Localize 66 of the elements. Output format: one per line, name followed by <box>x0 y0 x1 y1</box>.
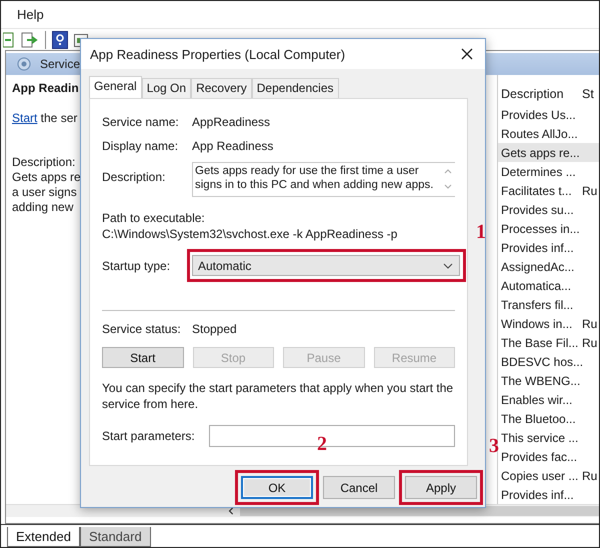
dialog-button[interactable]: OK <box>241 476 313 499</box>
service-row[interactable]: Automatica... <box>498 276 599 296</box>
service-row[interactable]: The Bluetoo... <box>498 409 599 428</box>
description-text: adding new <box>12 200 74 216</box>
document-icon[interactable] <box>3 32 15 48</box>
help-icon[interactable] <box>52 30 68 49</box>
description-text: a user signs <box>12 185 78 200</box>
service-row[interactable]: This service ... <box>498 428 599 448</box>
service-row[interactable]: The Base Fil... Ru <box>498 333 599 352</box>
field-value: App Readiness <box>192 139 274 153</box>
dialog-tab[interactable]: Recovery <box>191 78 252 98</box>
field-label: Startup type: <box>102 258 172 272</box>
field-label: Description: <box>102 170 166 184</box>
pane-title: Service <box>40 57 80 72</box>
path-text: C:\Windows\System32\svchost.exe -k AppReadiness -p <box>102 227 398 241</box>
start-link[interactable]: Start <box>12 111 38 126</box>
link-text: the ser <box>40 111 78 126</box>
service-row[interactable]: Processes in... <box>498 219 599 238</box>
chevron-down-icon <box>443 262 453 268</box>
service-title: App Readin <box>12 81 80 96</box>
dialog-tab[interactable]: General <box>89 76 142 98</box>
service-row[interactable]: The WBENG... <box>498 371 599 390</box>
field-label: Service status: <box>102 322 182 336</box>
service-row[interactable]: Gets apps re... <box>498 143 599 162</box>
service-row[interactable]: Provides fac... <box>498 447 599 466</box>
description-field[interactable]: Gets apps ready for use the first time a user signs in to this PC and when adding new apps. <box>192 162 455 197</box>
service-row[interactable]: Provides inf... <box>498 485 599 504</box>
step-number: 3 <box>489 435 499 458</box>
field-label: Display name: <box>102 139 180 153</box>
status-value: Stopped <box>192 322 237 336</box>
chevron-left-icon[interactable] <box>228 506 234 516</box>
service-row[interactable]: Routes AllJo... <box>498 124 599 144</box>
dialog-tab[interactable]: Log On <box>142 78 192 98</box>
menu-item[interactable]: Help <box>17 6 44 22</box>
field-label: Service name: <box>102 115 180 129</box>
hint-text: You can specify the start parameters that apply when you start the service from here. <box>102 380 454 412</box>
service-row[interactable]: AssignedAc... <box>498 257 599 276</box>
description-label: Description: <box>12 155 76 170</box>
service-row[interactable]: Copies user ... Ru <box>498 466 599 486</box>
service-row[interactable]: Provides Us... <box>498 105 599 124</box>
service-row[interactable]: Facilitates t... Ru <box>498 181 599 200</box>
column-header[interactable]: Description <box>498 87 582 102</box>
service-row[interactable]: Provides su... <box>498 200 599 220</box>
column-header[interactable]: St <box>582 87 598 102</box>
dialog-button[interactable]: Apply <box>405 476 477 499</box>
field-value: AppReadiness <box>192 115 270 129</box>
step-number: 2 <box>317 433 327 456</box>
description-text: Gets apps re <box>12 170 82 186</box>
service-row[interactable]: Windows in... Ru <box>498 314 599 334</box>
view-tab[interactable]: Extended <box>7 526 80 547</box>
field-label: Start parameters: <box>102 429 196 443</box>
field-label: Path to executable: <box>102 211 206 225</box>
dialog-title: App Readiness Properties (Local Computer) <box>90 46 346 62</box>
dialog-button[interactable]: Cancel <box>323 476 395 499</box>
close-icon[interactable] <box>461 48 473 60</box>
service-row[interactable]: Enables wir... <box>498 390 599 410</box>
service-row[interactable]: Provides inf... <box>498 238 599 258</box>
dialog-tab[interactable]: Dependencies <box>252 78 338 98</box>
view-tab[interactable]: Standard <box>80 526 151 547</box>
service-button[interactable]: Start <box>102 347 184 368</box>
startup-type-dropdown[interactable]: Automatic <box>192 255 460 276</box>
service-row[interactable]: Determines ... <box>498 162 599 182</box>
step-number: 1 <box>476 221 486 244</box>
service-row[interactable]: Transfers fil... <box>498 295 599 314</box>
service-row[interactable]: BDESVC hos... <box>498 352 599 372</box>
export-icon[interactable] <box>21 32 39 48</box>
